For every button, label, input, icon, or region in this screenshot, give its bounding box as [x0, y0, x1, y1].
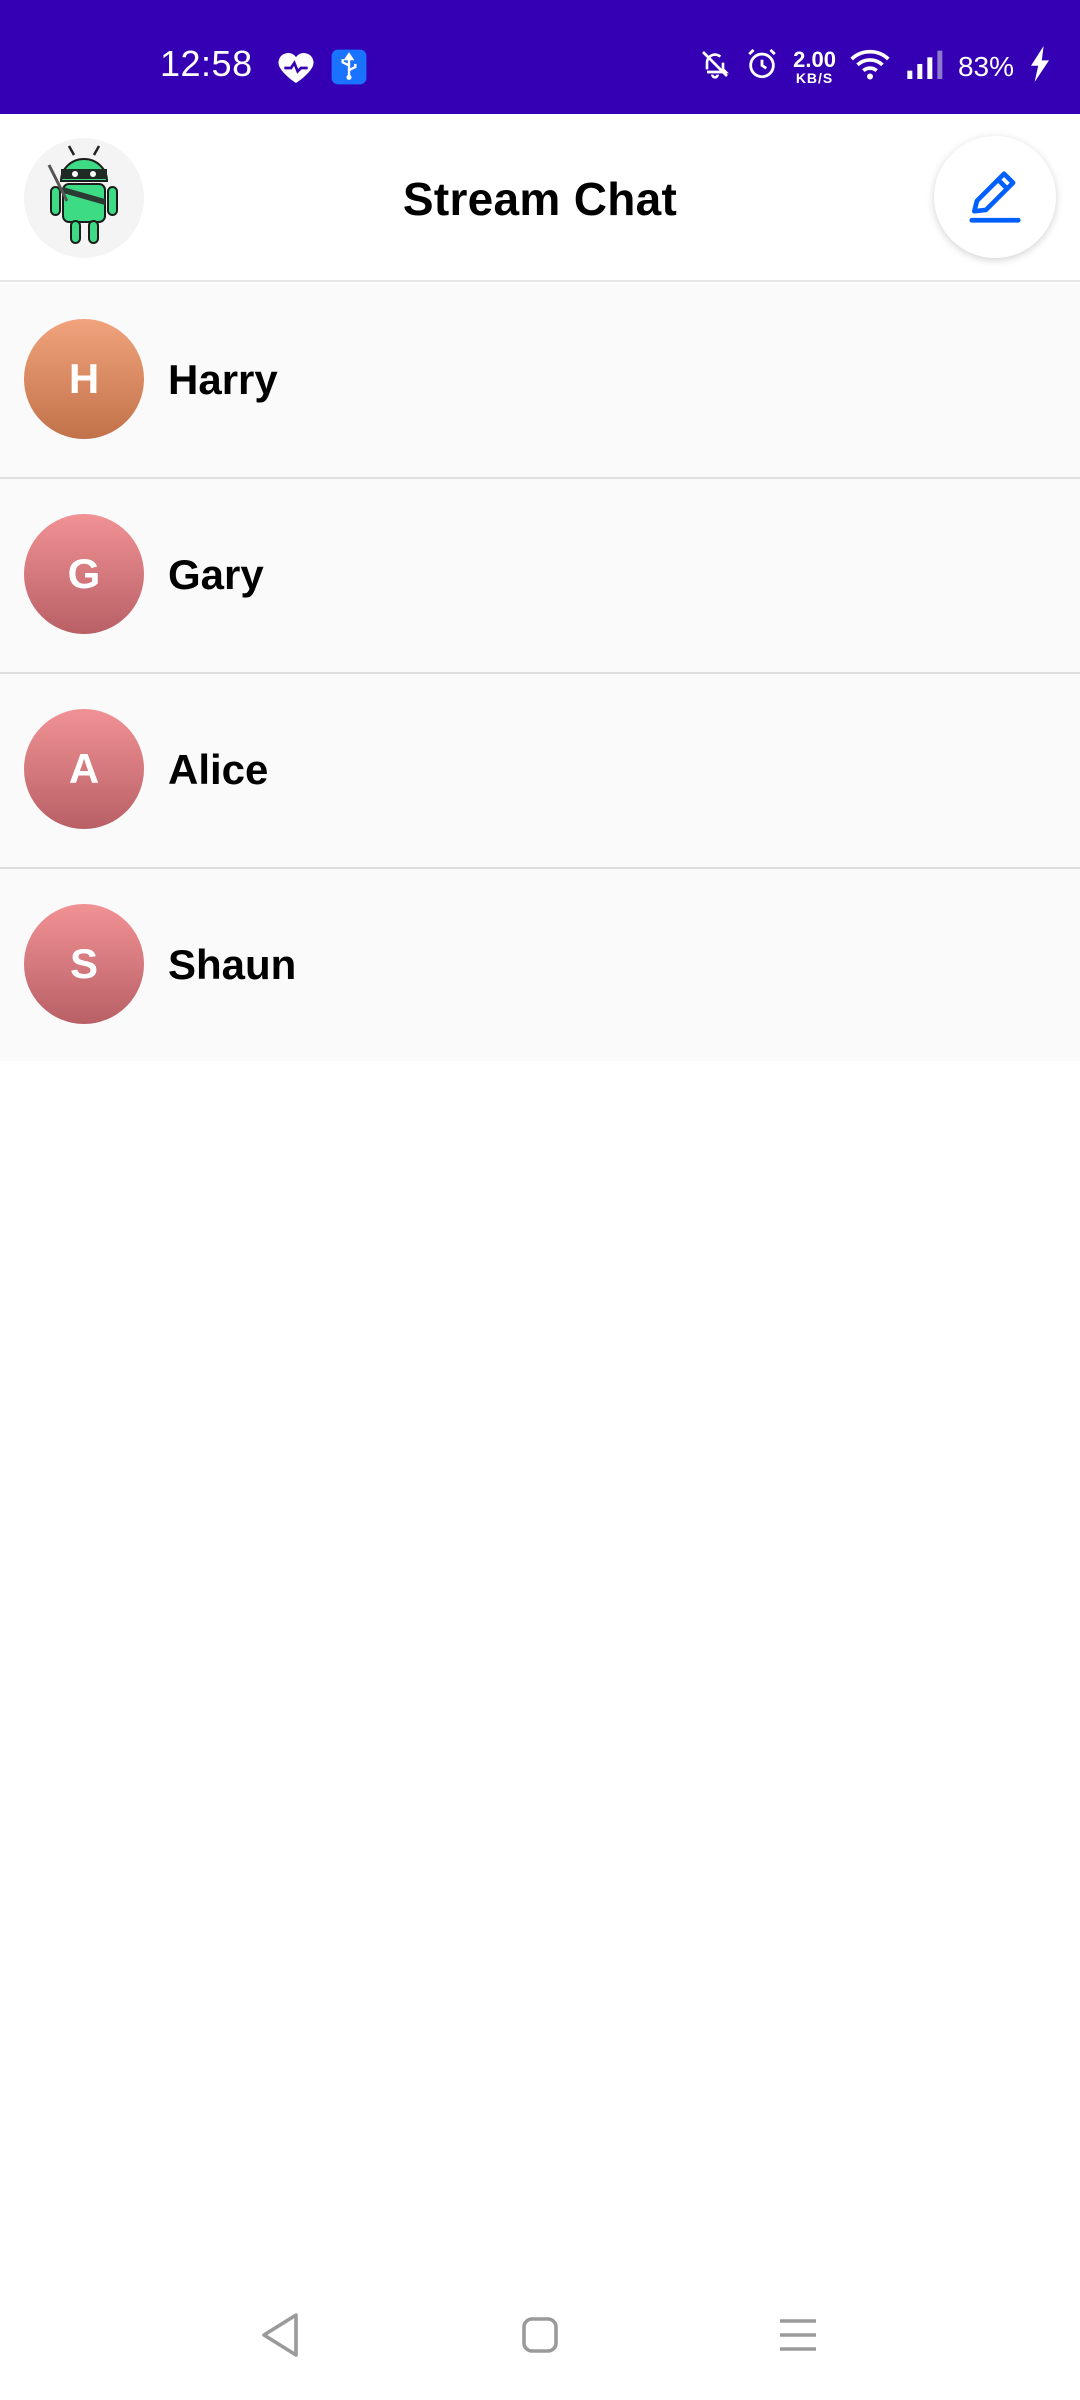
app-bar: Stream Chat: [0, 114, 1080, 282]
new-chat-button[interactable]: [934, 136, 1056, 258]
usb-icon: [330, 48, 368, 88]
channel-name: Gary: [168, 551, 264, 598]
speed-unit: KB/S: [795, 69, 834, 86]
channel-avatar: A: [24, 709, 144, 829]
channel-name: Shaun: [168, 941, 297, 988]
network-speed: 2.00 KB/S: [793, 46, 836, 86]
channel-avatar: S: [24, 904, 144, 1024]
system-nav-bar: [0, 2270, 1080, 2400]
home-square-icon: [522, 2317, 558, 2353]
wifi-icon: [850, 47, 890, 86]
avatar-initial: S: [69, 940, 98, 987]
battery-percent: 83%: [957, 50, 1014, 82]
alarm-icon: [745, 47, 779, 86]
channel-avatar: H: [24, 319, 144, 439]
app-title: Stream Chat: [402, 173, 678, 225]
channel-avatar: G: [24, 514, 144, 634]
menu-lines-icon: [780, 2319, 816, 2351]
charging-icon: [1028, 46, 1052, 87]
back-button[interactable]: [245, 2300, 315, 2370]
back-triangle-icon: [262, 2313, 298, 2357]
home-button[interactable]: [505, 2300, 575, 2370]
pencil-icon: [969, 171, 1021, 223]
avatar-initial: H: [68, 355, 100, 402]
channel-row[interactable]: S Shaun: [0, 869, 1080, 1061]
heart-icon: [276, 48, 316, 88]
recents-button[interactable]: [763, 2300, 833, 2370]
speed-value: 2.00: [793, 46, 836, 72]
mute-bell-icon: [699, 48, 731, 85]
channel-name: Harry: [168, 356, 278, 403]
status-time: 12:58: [160, 43, 253, 84]
channel-name: Alice: [168, 746, 269, 793]
channel-row[interactable]: A Alice: [0, 674, 1080, 869]
status-bar: 12:58 2.00 KB/S 83%: [0, 0, 1080, 114]
status-left-icons: [276, 48, 368, 88]
channel-row[interactable]: H Harry: [0, 284, 1080, 479]
channel-row[interactable]: G Gary: [0, 479, 1080, 674]
signal-icon: [904, 47, 944, 86]
avatar-initial: A: [68, 745, 100, 792]
avatar-initial: G: [67, 550, 101, 597]
channel-list: H Harry G Gary A Alice S Shaun: [0, 284, 1080, 1061]
status-right-icons: 2.00 KB/S 83%: [699, 46, 1052, 87]
